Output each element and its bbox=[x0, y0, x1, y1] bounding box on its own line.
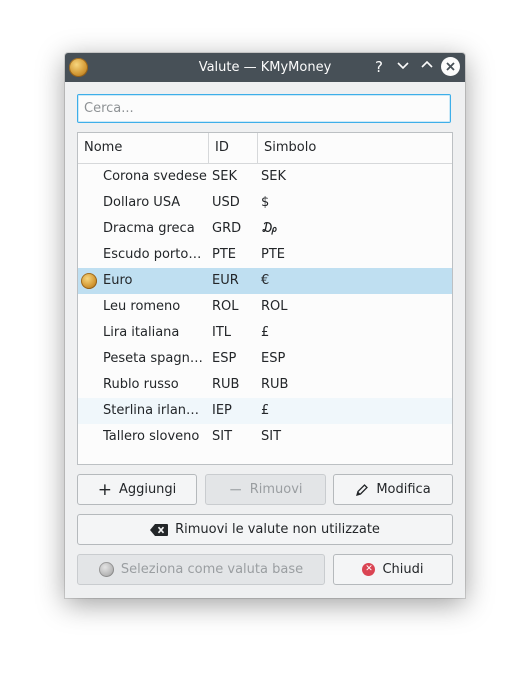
set-base-currency-button[interactable]: Seleziona come valuta base bbox=[77, 554, 325, 585]
title-bar[interactable]: Valute — KMyMoney ? bbox=[65, 53, 465, 82]
coin-icon bbox=[98, 562, 114, 577]
chevron-up-icon bbox=[421, 60, 433, 68]
table-row[interactable]: Dracma greca GRD ₯ bbox=[78, 216, 452, 242]
maximize-button[interactable] bbox=[417, 55, 437, 75]
remove-button[interactable]: − Rimuovi bbox=[205, 474, 326, 505]
table-header: Nome ID Simbolo bbox=[78, 133, 452, 164]
table-row[interactable]: Rublo russo RUB RUB bbox=[78, 372, 452, 398]
add-button-label: Aggiungi bbox=[118, 482, 177, 497]
table-row[interactable]: Lira italiana ITL £ bbox=[78, 320, 452, 346]
close-window-button[interactable] bbox=[441, 57, 460, 76]
currency-symbol-cell: £ bbox=[261, 403, 270, 418]
table-row[interactable]: Euro EUR € bbox=[78, 268, 452, 294]
currency-symbol-cell: ROL bbox=[261, 299, 288, 314]
currency-name-cell: Dollaro USA bbox=[103, 195, 181, 210]
currency-id-cell: SEK bbox=[212, 169, 237, 184]
currency-id-cell: PTE bbox=[212, 247, 236, 262]
search-input[interactable] bbox=[77, 94, 451, 123]
chevron-down-icon bbox=[397, 62, 409, 70]
currency-symbol-cell: £ bbox=[261, 325, 270, 340]
currency-symbol-cell: ESP bbox=[261, 351, 286, 366]
table-row[interactable]: Escudo portog… PTE PTE bbox=[78, 242, 452, 268]
table-row[interactable]: Tallero sloveno SIT SIT bbox=[78, 424, 452, 450]
currency-name-cell: Lira italiana bbox=[103, 325, 180, 340]
currency-name-cell: Dracma greca bbox=[103, 221, 195, 236]
window-title: Valute — KMyMoney bbox=[198, 60, 332, 75]
currency-symbol-cell: RUB bbox=[261, 377, 289, 392]
edit-button-label: Modifica bbox=[376, 482, 431, 497]
currency-name-cell: Euro bbox=[103, 273, 133, 288]
base-currency-coin-icon bbox=[81, 273, 97, 289]
currency-id-cell: ITL bbox=[212, 325, 232, 340]
currency-id-cell: ROL bbox=[212, 299, 239, 314]
currency-symbol-cell: € bbox=[261, 273, 270, 288]
plus-icon: + bbox=[97, 479, 112, 500]
clear-icon bbox=[150, 523, 169, 536]
currency-id-cell: EUR bbox=[212, 273, 239, 288]
column-header-name[interactable]: Nome bbox=[78, 133, 209, 163]
currency-name-cell: Peseta spagnola bbox=[103, 351, 207, 366]
edit-button[interactable]: Modifica bbox=[333, 474, 453, 505]
table-row[interactable]: Peseta spagnola ESP ESP bbox=[78, 346, 452, 372]
currency-name-cell: Leu romeno bbox=[103, 299, 181, 314]
remove-unused-button[interactable]: Rimuovi le valute non utilizzate bbox=[77, 514, 453, 545]
currency-symbol-cell: ₯ bbox=[261, 221, 278, 236]
pencil-icon bbox=[356, 483, 369, 496]
table-row[interactable]: Dollaro USA USD $ bbox=[78, 190, 452, 216]
column-header-id[interactable]: ID bbox=[209, 133, 258, 163]
currency-symbol-cell: $ bbox=[261, 195, 270, 210]
currency-name-cell: Rublo russo bbox=[103, 377, 179, 392]
remove-unused-button-label: Rimuovi le valute non utilizzate bbox=[175, 522, 380, 537]
currency-id-cell: ESP bbox=[212, 351, 237, 366]
currency-name-cell: Corona svedese bbox=[103, 169, 207, 184]
currency-id-cell: RUB bbox=[212, 377, 240, 392]
currencies-dialog: Valute — KMyMoney ? Nome ID Simbolo Coro… bbox=[65, 53, 465, 598]
table-row[interactable]: Sterlina irlande… IEP £ bbox=[78, 398, 452, 424]
help-button[interactable]: ? bbox=[369, 57, 389, 77]
currency-symbol-cell: SEK bbox=[261, 169, 286, 184]
currency-name-cell: Escudo portog… bbox=[103, 247, 207, 262]
minimize-button[interactable] bbox=[393, 55, 413, 75]
currency-id-cell: GRD bbox=[212, 221, 242, 236]
currency-table[interactable]: Nome ID Simbolo Corona svedese SEK SEK Doll… bbox=[77, 132, 453, 465]
set-base-currency-label: Seleziona come valuta base bbox=[120, 562, 304, 577]
currency-symbol-cell: SIT bbox=[261, 429, 282, 444]
currency-name-cell: Sterlina irlande… bbox=[103, 403, 207, 418]
currency-id-cell: USD bbox=[212, 195, 240, 210]
currency-id-cell: SIT bbox=[212, 429, 233, 444]
add-button[interactable]: + Aggiungi bbox=[77, 474, 197, 505]
close-button-label: Chiudi bbox=[382, 562, 424, 577]
remove-button-label: Rimuovi bbox=[249, 482, 303, 497]
close-circle-icon: ✕ bbox=[362, 563, 376, 576]
kmymoney-coin-icon[interactable] bbox=[69, 58, 88, 77]
close-button[interactable]: ✕ Chiudi bbox=[333, 554, 453, 585]
currency-symbol-cell: PTE bbox=[261, 247, 285, 262]
currency-name-cell: Tallero sloveno bbox=[103, 429, 200, 444]
minus-icon: − bbox=[228, 479, 243, 500]
close-icon bbox=[446, 62, 455, 71]
column-header-symbol[interactable]: Simbolo bbox=[258, 133, 452, 163]
currency-id-cell: IEP bbox=[212, 403, 232, 418]
table-row[interactable]: Corona svedese SEK SEK bbox=[78, 164, 452, 190]
table-row[interactable]: Leu romeno ROL ROL bbox=[78, 294, 452, 320]
